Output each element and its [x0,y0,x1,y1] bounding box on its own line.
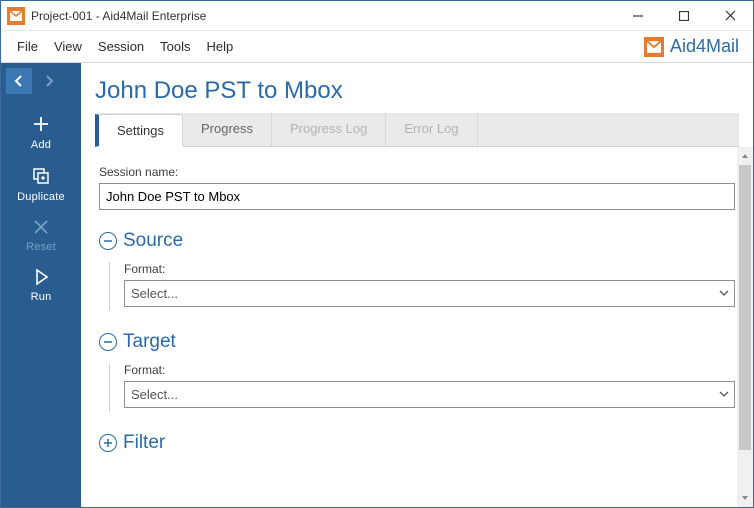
source-heading: Source [123,230,183,252]
target-format-label: Format: [124,363,735,377]
nav-forward-button[interactable] [36,68,62,94]
sidebar-reset-label: Reset [26,241,56,253]
scrollbar-thumb[interactable] [739,165,751,450]
page-title: John Doe PST to Mbox [81,63,753,113]
scroll-up-button[interactable] [737,147,753,165]
maximize-button[interactable] [661,1,707,31]
source-format-select[interactable]: Select... [124,280,735,307]
brand-icon [644,37,664,57]
tab-progress[interactable]: Progress [183,113,272,146]
scrollbar-track[interactable] [737,165,753,489]
scroll-down-button[interactable] [737,489,753,507]
menu-tools[interactable]: Tools [152,33,198,60]
close-button[interactable] [707,1,753,31]
plus-icon [30,113,52,135]
sidebar: Add Duplicate [1,63,81,507]
window-title: Project-001 - Aid4Mail Enterprise [31,9,206,23]
session-name-label: Session name: [99,165,735,179]
settings-panel: Session name: Source Format: [81,147,753,507]
titlebar: Project-001 - Aid4Mail Enterprise [1,1,753,31]
tab-bar: Settings Progress Progress Log Error Log [95,113,739,147]
sidebar-reset-button[interactable]: Reset [26,217,56,253]
sidebar-run-label: Run [31,291,52,303]
tab-error-log[interactable]: Error Log [386,113,477,146]
brand: Aid4Mail [644,36,745,57]
brand-text: Aid4Mail [670,36,739,57]
app-icon [7,7,25,25]
filter-heading: Filter [123,432,165,454]
target-format-select[interactable]: Select... [124,381,735,408]
minimize-button[interactable] [615,1,661,31]
source-format-label: Format: [124,262,735,276]
nav-back-button[interactable] [6,68,32,94]
tab-settings[interactable]: Settings [95,114,183,147]
sidebar-duplicate-label: Duplicate [17,191,65,203]
session-name-input[interactable] [99,183,735,210]
collapse-icon[interactable] [99,232,117,250]
menu-view[interactable]: View [46,33,90,60]
sidebar-add-button[interactable]: Add [30,113,52,151]
sidebar-run-button[interactable]: Run [31,267,52,303]
play-icon [31,267,51,287]
expand-icon[interactable] [99,434,117,452]
sidebar-add-label: Add [31,139,51,151]
vertical-scrollbar[interactable] [737,147,753,507]
tab-progress-log[interactable]: Progress Log [272,113,386,146]
collapse-icon[interactable] [99,333,117,351]
target-heading: Target [123,331,176,353]
close-icon [31,217,51,237]
menu-file[interactable]: File [9,33,46,60]
menu-help[interactable]: Help [199,33,242,60]
menu-session[interactable]: Session [90,33,152,60]
sidebar-duplicate-button[interactable]: Duplicate [17,165,65,203]
menubar: File View Session Tools Help Aid4Mail [1,31,753,63]
duplicate-icon [30,165,52,187]
